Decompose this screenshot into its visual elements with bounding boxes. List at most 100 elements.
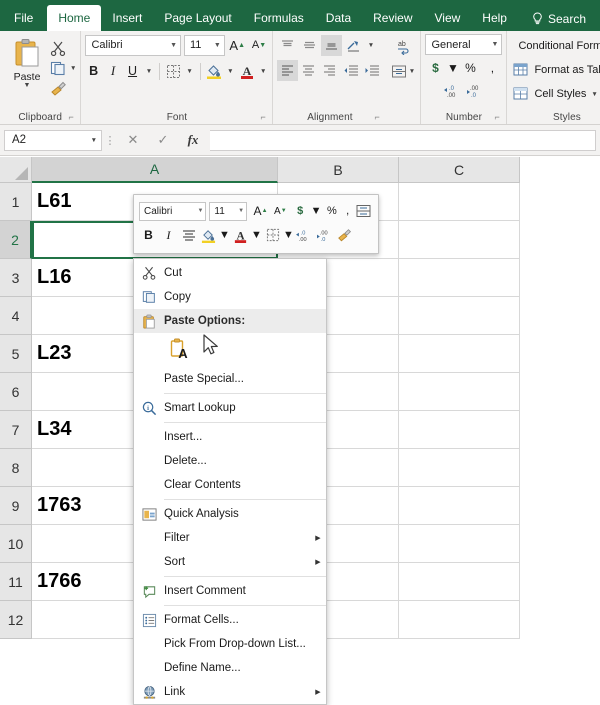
format-as-table-button[interactable]: Format as Table: [513, 58, 600, 82]
menu-item-pick-from-dropdown-list[interactable]: Pick From Drop-down List...: [134, 632, 326, 656]
cell-styles-button[interactable]: Cell Styles ▼: [513, 82, 600, 106]
cell-styles-dropdown-icon[interactable]: ▼: [591, 91, 597, 98]
paste-values-icon[interactable]: A: [166, 336, 196, 364]
cut-button[interactable]: [50, 40, 76, 57]
mini-borders-dropdown-icon[interactable]: ▼: [283, 225, 294, 245]
cell-c1[interactable]: [399, 183, 520, 221]
fill-color-button[interactable]: [206, 61, 222, 82]
mini-italic-button[interactable]: I: [159, 225, 178, 245]
mini-fill-color-button[interactable]: [199, 225, 218, 245]
increase-indent-button[interactable]: [362, 60, 382, 81]
wrap-text-button[interactable]: ab: [393, 36, 414, 57]
align-top-button[interactable]: [277, 35, 298, 56]
formula-input[interactable]: [210, 129, 596, 151]
menu-item-delete[interactable]: Delete...: [134, 449, 326, 473]
align-left-button[interactable]: [277, 59, 298, 81]
number-format-combo[interactable]: General ▼: [425, 34, 503, 55]
align-right-button[interactable]: [320, 60, 340, 81]
row-header-3[interactable]: 3: [0, 259, 32, 297]
row-header-9[interactable]: 9: [0, 487, 32, 525]
font-size-combo[interactable]: 11 ▼: [184, 34, 225, 56]
font-color-dropdown-icon[interactable]: ▼: [258, 61, 268, 82]
merge-dropdown-icon[interactable]: ▼: [408, 61, 417, 82]
mini-merge-button[interactable]: [354, 201, 373, 221]
menu-item-define-name[interactable]: Define Name...: [134, 656, 326, 680]
mini-font-color-button[interactable]: A: [231, 225, 250, 245]
tab-file[interactable]: File: [0, 6, 47, 31]
tab-help[interactable]: Help: [471, 6, 518, 31]
search-box[interactable]: Search: [532, 6, 586, 31]
row-header-2[interactable]: 2: [0, 221, 32, 259]
mini-shrink-font-button[interactable]: A ▼: [271, 201, 290, 221]
cell-c7[interactable]: [399, 411, 520, 449]
menu-item-quick-analysis[interactable]: Quick Analysis: [134, 502, 326, 526]
orientation-dropdown-icon[interactable]: ▼: [365, 35, 376, 56]
menu-item-smart-lookup[interactable]: i Smart Lookup: [134, 396, 326, 420]
mini-grow-font-button[interactable]: A ▲: [251, 201, 270, 221]
mini-decrease-decimal-button[interactable]: .00.0: [315, 225, 334, 245]
tab-view[interactable]: View: [424, 6, 472, 31]
select-all-corner[interactable]: [0, 157, 32, 183]
mini-font-size-combo[interactable]: 11 ▼: [209, 201, 248, 221]
underline-dropdown-icon[interactable]: ▼: [144, 61, 154, 82]
menu-item-insert[interactable]: Insert...: [134, 425, 326, 449]
row-header-5[interactable]: 5: [0, 335, 32, 373]
cancel-formula-button[interactable]: ✕: [118, 129, 148, 151]
conditional-formatting-button[interactable]: Conditional Formatting: [513, 34, 600, 58]
menu-item-insert-comment[interactable]: Insert Comment: [134, 579, 326, 603]
cell-c3[interactable]: [399, 259, 520, 297]
row-header-8[interactable]: 8: [0, 449, 32, 487]
confirm-formula-button[interactable]: ✓: [148, 129, 178, 151]
menu-item-paste-special[interactable]: Paste Special...: [134, 367, 326, 391]
cell-c6[interactable]: [399, 373, 520, 411]
mini-bold-button[interactable]: B: [139, 225, 158, 245]
row-header-10[interactable]: 10: [0, 525, 32, 563]
mini-currency-dropdown-icon[interactable]: ▼: [311, 201, 322, 221]
fill-color-dropdown-icon[interactable]: ▼: [225, 61, 235, 82]
cell-c4[interactable]: [399, 297, 520, 335]
menu-item-format-cells[interactable]: Format Cells...: [134, 608, 326, 632]
row-header-12[interactable]: 12: [0, 601, 32, 639]
tab-home[interactable]: Home: [47, 5, 102, 31]
bold-button[interactable]: B: [85, 61, 101, 82]
menu-item-cut[interactable]: Cut: [134, 261, 326, 285]
column-header-b[interactable]: B: [278, 157, 399, 183]
align-center-button[interactable]: [299, 60, 319, 81]
orientation-button[interactable]: [343, 35, 364, 56]
row-header-7[interactable]: 7: [0, 411, 32, 449]
tab-formulas[interactable]: Formulas: [243, 6, 315, 31]
name-box[interactable]: A2 ▼: [4, 129, 102, 151]
menu-item-copy[interactable]: Copy: [134, 285, 326, 309]
menu-item-filter[interactable]: Filter ▶: [134, 526, 326, 550]
mini-format-painter-button[interactable]: [335, 225, 354, 245]
cell-c8[interactable]: [399, 449, 520, 487]
mini-percent-button[interactable]: %: [322, 201, 341, 221]
mini-increase-decimal-button[interactable]: .0.00: [295, 225, 314, 245]
shrink-font-button[interactable]: A ▼: [250, 35, 269, 56]
format-painter-button[interactable]: [50, 80, 76, 97]
mini-currency-button[interactable]: $: [291, 201, 310, 221]
borders-dropdown-icon[interactable]: ▼: [184, 61, 194, 82]
clipboard-dialog-launcher[interactable]: ⌐: [68, 113, 77, 122]
decrease-decimal-button[interactable]: .00.0: [465, 81, 485, 101]
copy-button[interactable]: ▼: [50, 60, 76, 77]
insert-function-button[interactable]: fx: [178, 129, 208, 151]
row-header-1[interactable]: 1: [0, 183, 32, 221]
currency-button[interactable]: $: [425, 58, 445, 78]
chevron-down-icon[interactable]: ▼: [24, 82, 31, 89]
percent-button[interactable]: %: [460, 58, 480, 78]
column-header-a[interactable]: A: [32, 157, 278, 183]
mini-comma-button[interactable]: ,: [342, 201, 353, 221]
menu-item-link[interactable]: Link ▶: [134, 680, 326, 704]
currency-dropdown-icon[interactable]: ▼: [447, 58, 459, 78]
increase-decimal-button[interactable]: .0.00: [443, 81, 463, 101]
row-header-11[interactable]: 11: [0, 563, 32, 601]
copy-dropdown-icon[interactable]: ▼: [70, 65, 76, 72]
menu-item-sort[interactable]: Sort ▶: [134, 550, 326, 574]
italic-button[interactable]: I: [105, 61, 121, 82]
cell-c9[interactable]: [399, 487, 520, 525]
font-dialog-launcher[interactable]: ⌐: [260, 113, 269, 122]
mini-font-color-dropdown-icon[interactable]: ▼: [251, 225, 262, 245]
decrease-indent-button[interactable]: [341, 60, 361, 81]
grow-font-button[interactable]: A ▲: [228, 35, 247, 56]
